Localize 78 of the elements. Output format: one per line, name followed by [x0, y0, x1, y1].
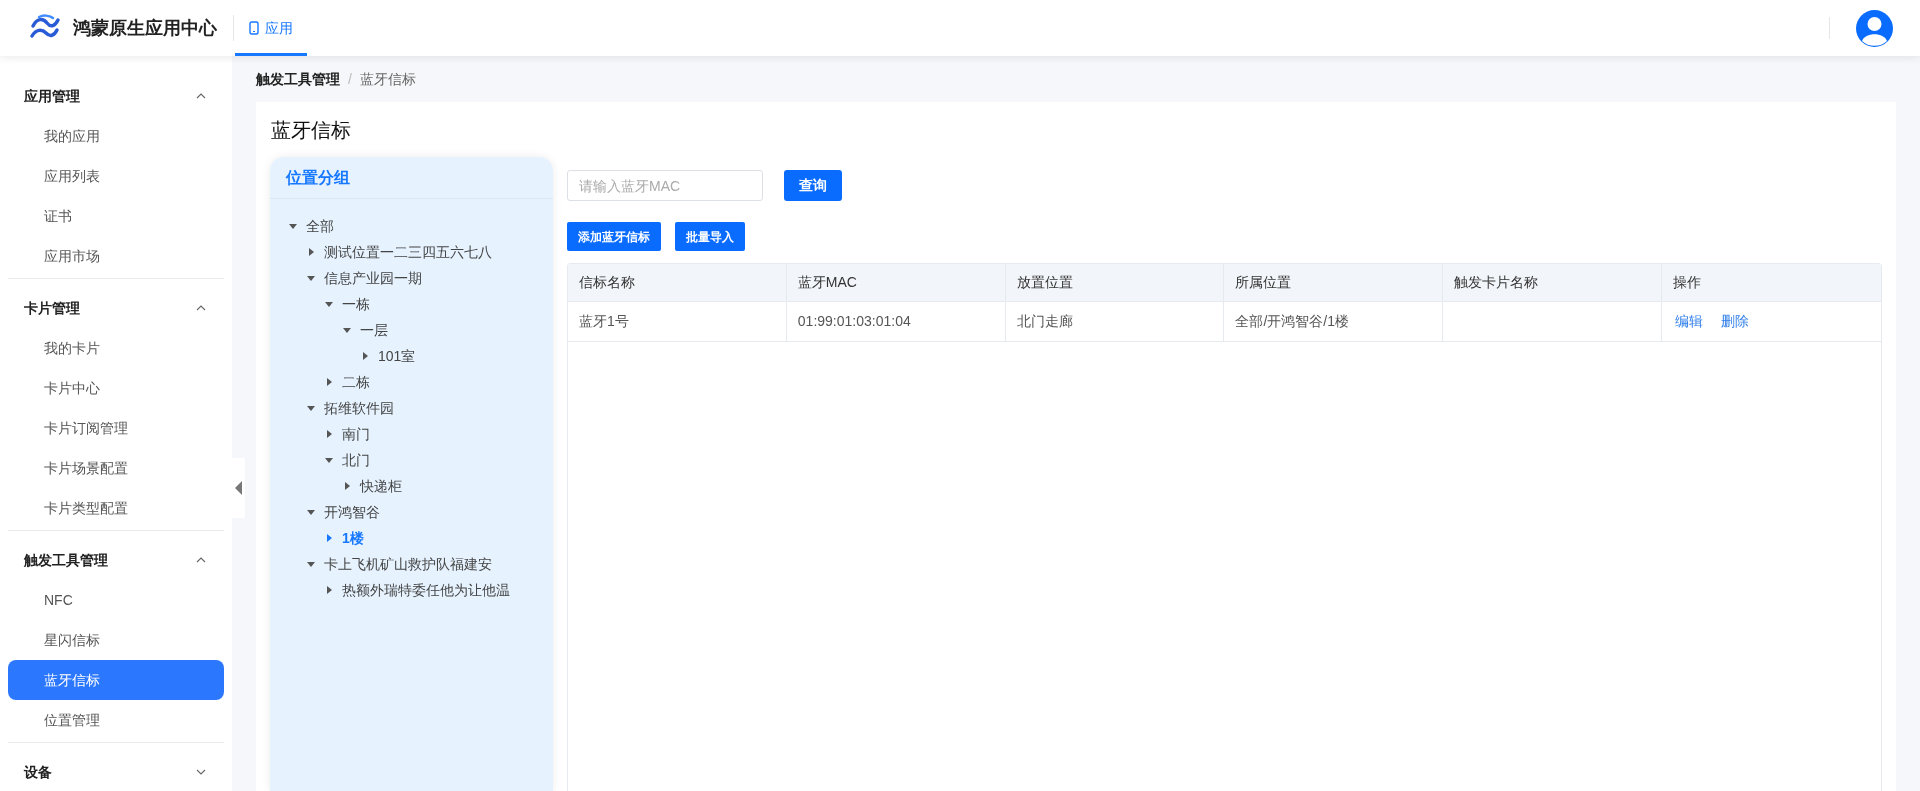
tree-node[interactable]: 1楼 [270, 525, 553, 551]
caret-left-icon [235, 481, 242, 495]
column-header: 操作 [1673, 273, 1702, 292]
chevron-up-icon [196, 557, 206, 563]
app-title: 鸿蒙原生应用中心 [73, 16, 217, 40]
caret-down-icon[interactable] [288, 221, 298, 231]
sidebar-item[interactable]: 卡片场景配置 [8, 448, 224, 488]
tree-node[interactable]: 拓维软件园 [270, 395, 553, 421]
tree-node[interactable]: 101室 [270, 343, 553, 369]
caret-right-icon[interactable] [360, 351, 370, 361]
caret-down-icon[interactable] [306, 403, 316, 413]
tree-node[interactable]: 开鸿智谷 [270, 499, 553, 525]
chevron-down-icon [196, 769, 206, 775]
breadcrumb-item: 蓝牙信标 [359, 69, 416, 89]
sidebar-item[interactable]: NFC [8, 580, 224, 620]
table-cell-text: 01:99:01:03:01:04 [797, 312, 911, 331]
sidebar-item[interactable]: 蓝牙信标 [8, 660, 224, 700]
sidebar-item[interactable]: 卡片订阅管理 [8, 408, 224, 448]
panel-title: 位置分组 [286, 167, 350, 188]
caret-right-icon[interactable] [324, 429, 334, 439]
column-header: 触发卡片名称 [1454, 273, 1539, 292]
caret-down-icon[interactable] [306, 273, 316, 283]
action-link[interactable]: 编辑 [1675, 311, 1704, 332]
table-cell-text: 蓝牙1号 [579, 312, 629, 331]
phone-icon [249, 21, 259, 35]
search-field[interactable]: 请输入蓝牙MAC [567, 170, 763, 201]
caret-right-icon[interactable] [324, 585, 334, 595]
tree-node[interactable]: 一层 [270, 317, 553, 343]
caret-down-icon[interactable] [324, 455, 334, 465]
avatar-icon[interactable] [1856, 9, 1893, 47]
nav-tab[interactable]: 应用 [235, 0, 307, 56]
caret-right-icon[interactable] [342, 481, 352, 491]
sidebar-item[interactable]: 位置管理 [8, 700, 224, 740]
chevron-up-icon [196, 305, 206, 311]
column-header: 所属位置 [1235, 273, 1292, 292]
sidebar-item[interactable]: 我的应用 [8, 116, 224, 156]
column-header: 蓝牙MAC [797, 273, 857, 292]
table-cell-text: 北门走廊 [1016, 312, 1073, 331]
group-header[interactable]: 设备 [8, 752, 224, 791]
caret-down-icon[interactable] [342, 325, 352, 335]
chevron-up-icon [196, 93, 206, 99]
toolbar-button[interactable]: 批量导入 [675, 222, 745, 251]
column-header: 信标名称 [579, 273, 635, 292]
group-header[interactable]: 卡片管理 [8, 288, 224, 328]
table-cell-text: 全部/开鸿智谷/1楼 [1235, 312, 1350, 331]
sidebar-item[interactable]: 我的卡片 [8, 328, 224, 368]
tree-node[interactable]: 卡上飞机矿山救护队福建安 [270, 551, 553, 577]
collapse-handle[interactable] [232, 458, 245, 518]
breadcrumb-separator: / [348, 69, 352, 89]
sidebar-item[interactable]: 证书 [8, 196, 224, 236]
page-title: 蓝牙信标 [270, 117, 351, 143]
tree-node[interactable]: 二栋 [270, 369, 553, 395]
column-header: 放置位置 [1016, 273, 1073, 292]
group-header[interactable]: 应用管理 [8, 76, 224, 116]
toolbar-button[interactable]: 添加蓝牙信标 [567, 222, 661, 251]
breadcrumb-item[interactable]: 触发工具管理 [256, 68, 340, 90]
group-header[interactable]: 触发工具管理 [8, 540, 224, 580]
caret-right-icon[interactable] [324, 377, 334, 387]
caret-right-icon[interactable] [324, 533, 334, 543]
sidebar-item[interactable]: 卡片中心 [8, 368, 224, 408]
sidebar-item[interactable]: 卡片类型配置 [8, 488, 224, 528]
tree-node[interactable]: 北门 [270, 447, 553, 473]
tree-node[interactable]: 一栋 [270, 291, 553, 317]
tree-node[interactable]: 热额外瑞特委任他为让他温 [270, 577, 553, 603]
tree-node[interactable]: 快递柜 [270, 473, 553, 499]
caret-down-icon[interactable] [324, 299, 334, 309]
sidebar-item[interactable]: 应用市场 [8, 236, 224, 276]
tree-node[interactable]: 信息产业园一期 [270, 265, 553, 291]
caret-down-icon[interactable] [306, 559, 316, 569]
caret-right-icon[interactable] [306, 247, 316, 257]
action-link[interactable]: 删除 [1721, 311, 1750, 332]
tree-node[interactable]: 测试位置一二三四五六七八 [270, 239, 553, 265]
tree-node[interactable]: 南门 [270, 421, 553, 447]
tree-node[interactable]: 全部 [270, 213, 553, 239]
sidebar-item[interactable]: 应用列表 [8, 156, 224, 196]
query-button[interactable]: 查询 [784, 170, 842, 201]
sidebar-item[interactable]: 星闪信标 [8, 620, 224, 660]
caret-down-icon[interactable] [306, 507, 316, 517]
